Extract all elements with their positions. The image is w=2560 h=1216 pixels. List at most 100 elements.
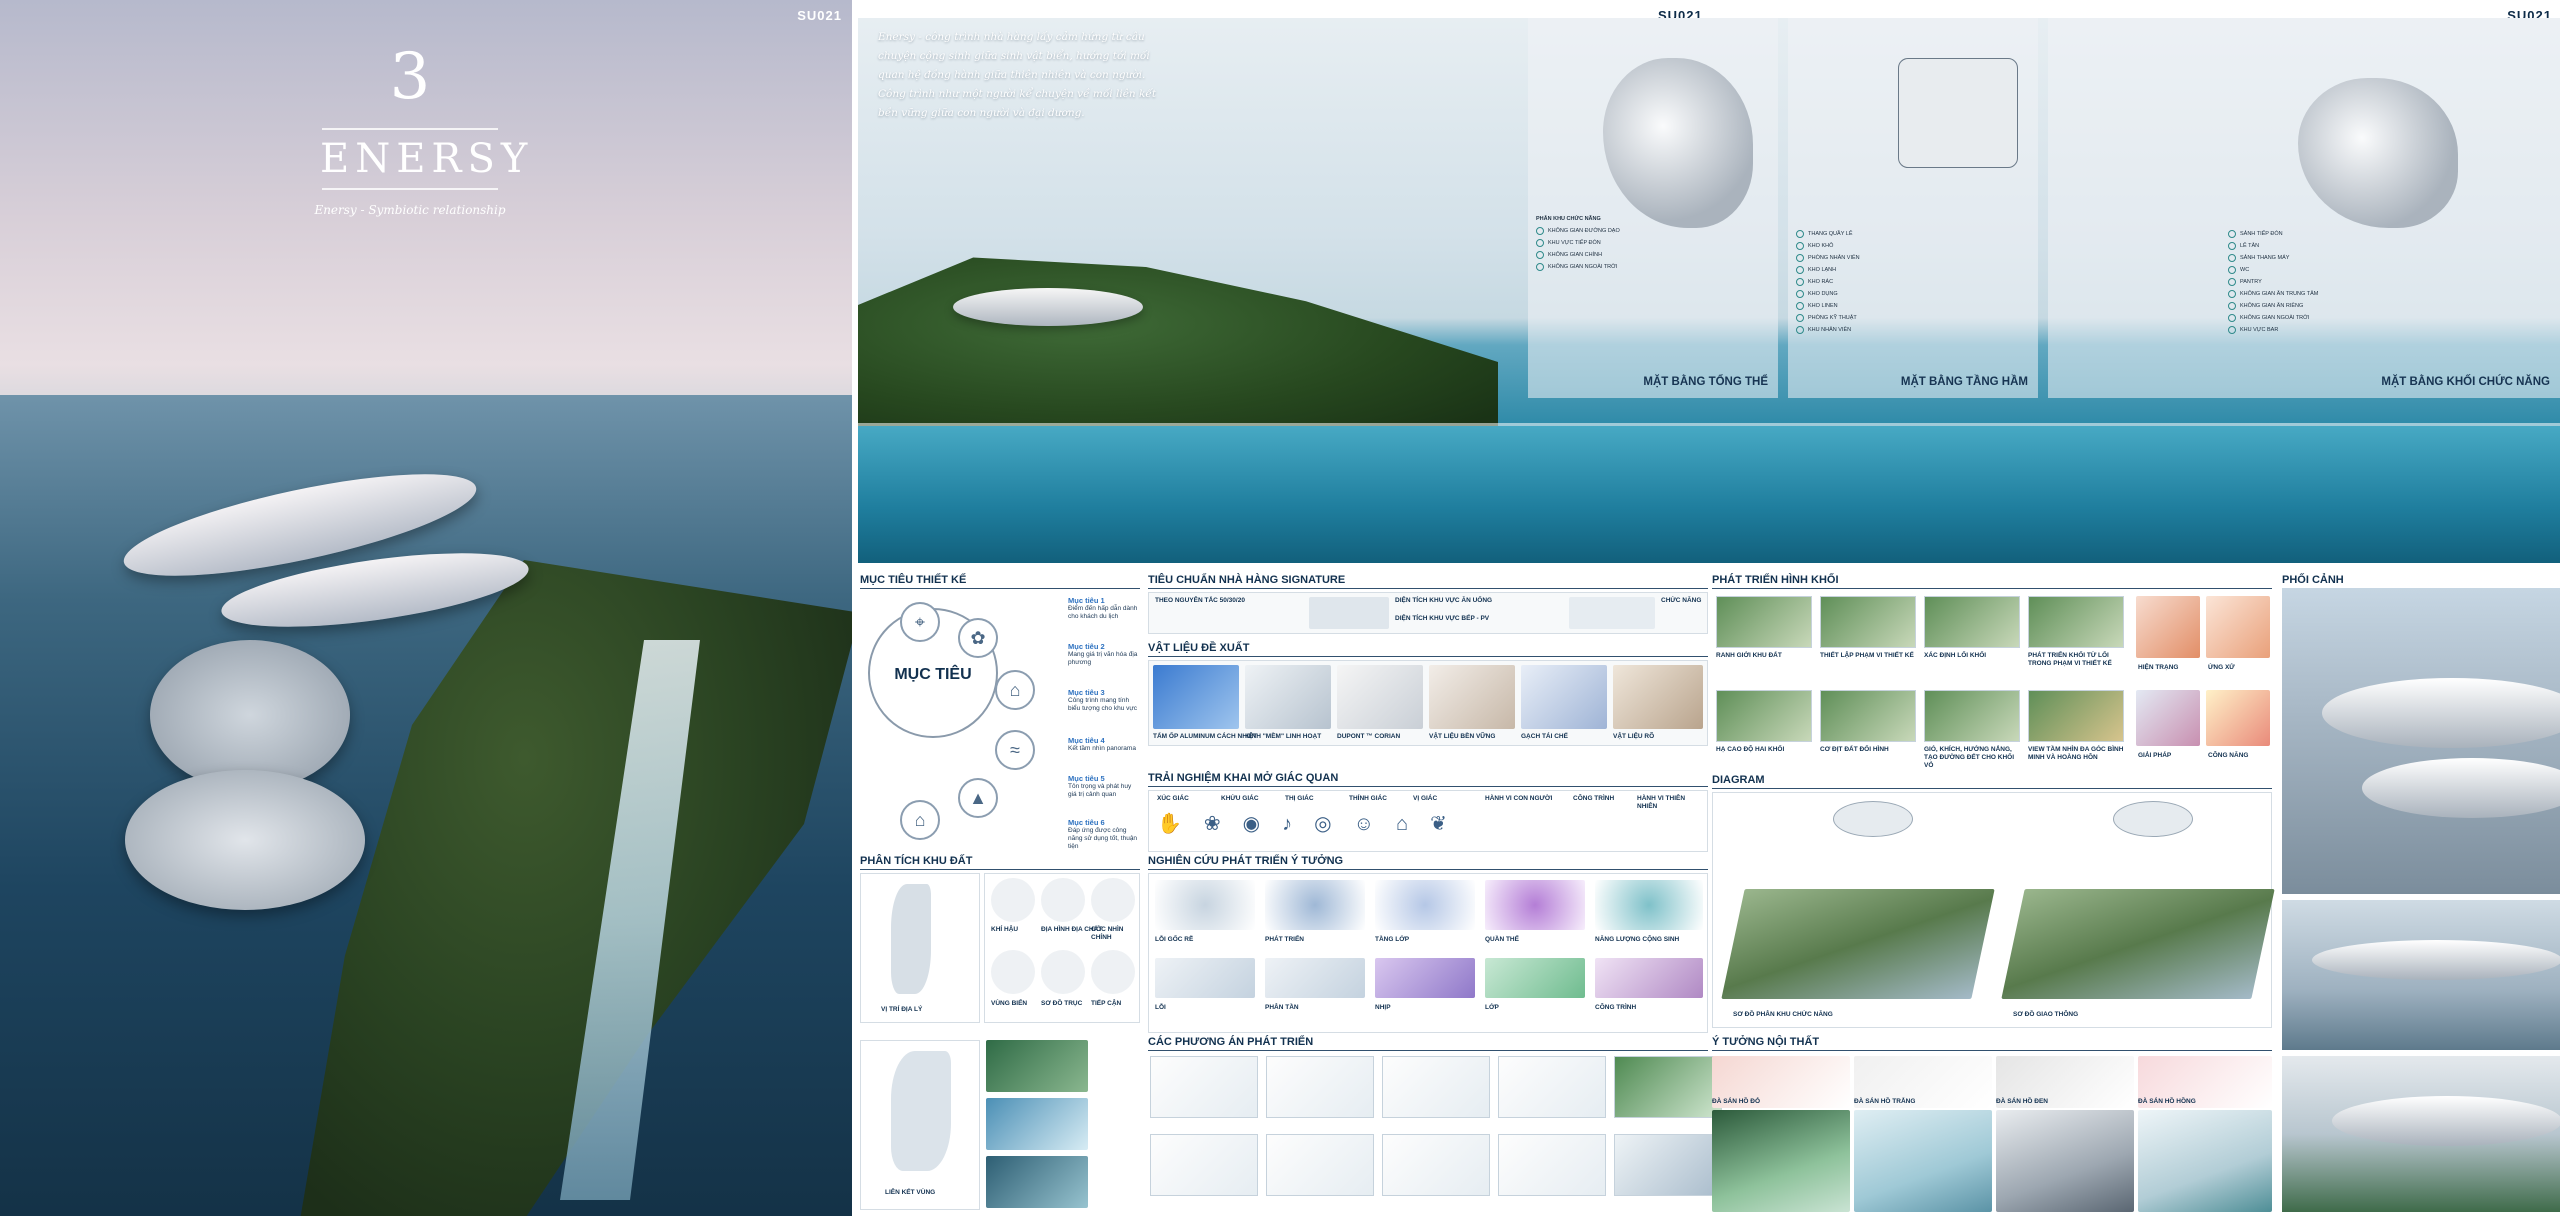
legend-item: KHO LẠNH xyxy=(1796,264,1860,276)
massing-label: VIEW TẦM NHÌN ĐA GÓC BÌNH MINH VÀ HOÀNG … xyxy=(2028,746,2124,761)
legend-item: SẢNH TIẾP ĐÓN xyxy=(2228,228,2318,240)
options-row-1 xyxy=(1150,1056,1722,1118)
goal-item-3: Mục tiêu 3 Công trình mang tính biểu tượn… xyxy=(1068,688,1137,712)
plan-function-legend: SẢNH TIẾP ĐÓN LỄ TÂN SẢNH THANG MÁY WC P… xyxy=(2228,228,2318,336)
plan-master-title: MẶT BẰNG TỔNG THỂ xyxy=(1643,376,1768,388)
standard-2: DIỆN TÍCH KHU VỰC ĂN UỐNG xyxy=(1395,597,1493,604)
option-sketch xyxy=(1382,1134,1490,1196)
section-ideas-title: NGHIÊN CỨU PHÁT TRIỂN Ý TƯỞNG xyxy=(1148,855,1344,867)
section-rule xyxy=(860,588,1140,589)
material-image xyxy=(1613,665,1703,729)
sense-label: CÔNG TRÌNH xyxy=(1573,795,1615,802)
massing-row-2 xyxy=(1716,690,2124,742)
option-sketch xyxy=(1150,1056,1258,1118)
diagram-right-label: SƠ ĐỒ GIAO THÔNG xyxy=(2013,1011,2079,1018)
cover-code: SU021 xyxy=(797,8,842,23)
section-interior-title: Ý TƯỞNG NỘI THẤT xyxy=(1712,1036,1820,1048)
analysis-diagram xyxy=(991,950,1035,994)
massing-step xyxy=(1716,690,1812,742)
massing-response-diagram xyxy=(2206,596,2270,658)
option-sketch xyxy=(1498,1134,1606,1196)
cover-sheet: SU021 3 ENERSY Enersy - Symbiotic relati… xyxy=(0,0,852,1216)
material-image xyxy=(1521,665,1607,729)
idea-label: LỖI xyxy=(1155,1004,1166,1011)
analysis-diagram xyxy=(1041,878,1085,922)
legend-item: KHO LINEN xyxy=(1796,300,1860,312)
idea-diagram xyxy=(1375,880,1475,930)
massing-label: CÔNG NĂNG xyxy=(2208,752,2249,759)
section-diagram-title: DIAGRAM xyxy=(1712,774,1765,786)
legend-item: KHO RÁC xyxy=(1796,276,1860,288)
idea-label: QUẦN THỂ xyxy=(1485,936,1519,943)
analysis-label: TIẾP CẬN xyxy=(1091,1000,1122,1007)
massing-label: CƠ ĐỊT ĐẤT ĐỐI HÌNH xyxy=(1820,746,1889,753)
legend-item: PHÒNG KỸ THUẬT xyxy=(1796,312,1860,324)
material-label: KÍNH "MỀM" LINH HOẠT xyxy=(1245,733,1322,740)
material-label: DUPONT ™ CORIAN xyxy=(1337,733,1401,740)
enersy-logo-icon: 3 xyxy=(389,40,431,114)
option-sketch xyxy=(1498,1056,1606,1118)
options-row-2 xyxy=(1150,1134,1722,1196)
massing-label: HẠ CAO ĐỘ HAI KHỐI xyxy=(1716,746,1785,753)
section-perspective-title: PHỐI CẢNH xyxy=(2282,574,2344,586)
idea-diagram xyxy=(1265,880,1365,930)
home-icon: ⌂ xyxy=(995,670,1035,710)
goal-item-1: Mục tiêu 1 Điểm đến hấp dẫn dành cho khác… xyxy=(1068,596,1138,620)
sense-icons: ✋❀◉♪◎☺⌂❦ xyxy=(1157,813,1469,835)
standard-diagram xyxy=(1309,597,1389,629)
option-sketch xyxy=(1382,1056,1490,1118)
massing-label: HIỆN TRẠNG xyxy=(2138,664,2179,671)
circulation-layer xyxy=(2113,801,2193,837)
idea-diagram xyxy=(1485,958,1585,998)
legend-item: PHÒNG NHÂN VIÊN xyxy=(1796,252,1860,264)
idea-label: PHÁT TRIỂN xyxy=(1265,936,1304,943)
analysis-diagram xyxy=(991,878,1035,922)
idea-label: TẦNG LỚP xyxy=(1375,936,1410,943)
section-rule xyxy=(1712,588,2272,589)
cover-building-deck xyxy=(150,640,350,790)
perspective-shell xyxy=(2362,758,2560,818)
section-rule xyxy=(1148,786,1708,787)
legend-item: KHÔNG GIAN ĐƯỜNG DẠO xyxy=(1536,225,1620,237)
material-label: VẬT LIỆU RÕ xyxy=(1613,733,1655,740)
legend-item: LỄ TÂN xyxy=(2228,240,2318,252)
idea-label: NHỊP xyxy=(1375,1004,1391,1011)
section-rule xyxy=(1148,869,1708,870)
plan-basement-title: MẶT BẰNG TẦNG HẦM xyxy=(1900,376,2028,388)
interior-label: ĐÀ SÁN HỒ HỒNG xyxy=(2138,1098,2196,1105)
legend-item: KHU NHÂN VIÊN xyxy=(1796,324,1860,336)
wave-icon: ≈ xyxy=(995,730,1035,770)
material-image xyxy=(1429,665,1515,729)
massing-step xyxy=(1716,596,1812,648)
material-image xyxy=(1337,665,1423,729)
section-rule xyxy=(1148,1050,1708,1051)
senses-panel: XÚC GIÁC KHỨU GIÁC THỊ GIÁC THÍNH GIÁC V… xyxy=(1148,790,1708,852)
idea-diagram xyxy=(1595,880,1703,930)
massing-step xyxy=(1820,690,1916,742)
massing-step xyxy=(2028,596,2124,648)
site-map-label: VỊ TRÍ ĐỊA LÝ xyxy=(881,1006,923,1013)
legend-item: KHO DỤNG xyxy=(1796,288,1860,300)
site-photo xyxy=(986,1040,1088,1092)
site-photo xyxy=(986,1098,1088,1150)
interior-render xyxy=(2138,1110,2272,1212)
zoning-diagram xyxy=(1721,889,1995,999)
legend-item: KHU VỰC TIẾP ĐÓN xyxy=(1536,237,1620,249)
option-sketch xyxy=(1614,1056,1722,1118)
perspective-shell xyxy=(2312,940,2560,980)
brand-slogan: Enersy - Symbiotic relationship xyxy=(314,203,506,217)
perspective-render-2 xyxy=(2282,900,2560,1050)
idea-diagram xyxy=(1595,958,1703,998)
analysis-diagram xyxy=(1091,878,1135,922)
section-massing-title: PHÁT TRIỂN HÌNH KHỐI xyxy=(1712,574,1839,586)
legend-item: KHÔNG GIAN ĂN TRUNG TÂM xyxy=(2228,288,2318,300)
zoning-layer xyxy=(1833,801,1913,837)
site-map: VỊ TRÍ ĐỊA LÝ xyxy=(860,873,980,1023)
intro-text: Enersy - công trình nhà hàng lấy cảm hứn… xyxy=(878,31,1157,119)
massing-function-diagram xyxy=(2206,690,2270,746)
analysis-label: GÓC NHÌN CHÍNH xyxy=(1091,926,1124,941)
material-image xyxy=(1153,665,1239,729)
analysis-label: VÙNG BIỂN xyxy=(991,1000,1028,1007)
option-sketch xyxy=(1614,1134,1722,1196)
standard-diagram xyxy=(1569,597,1655,629)
